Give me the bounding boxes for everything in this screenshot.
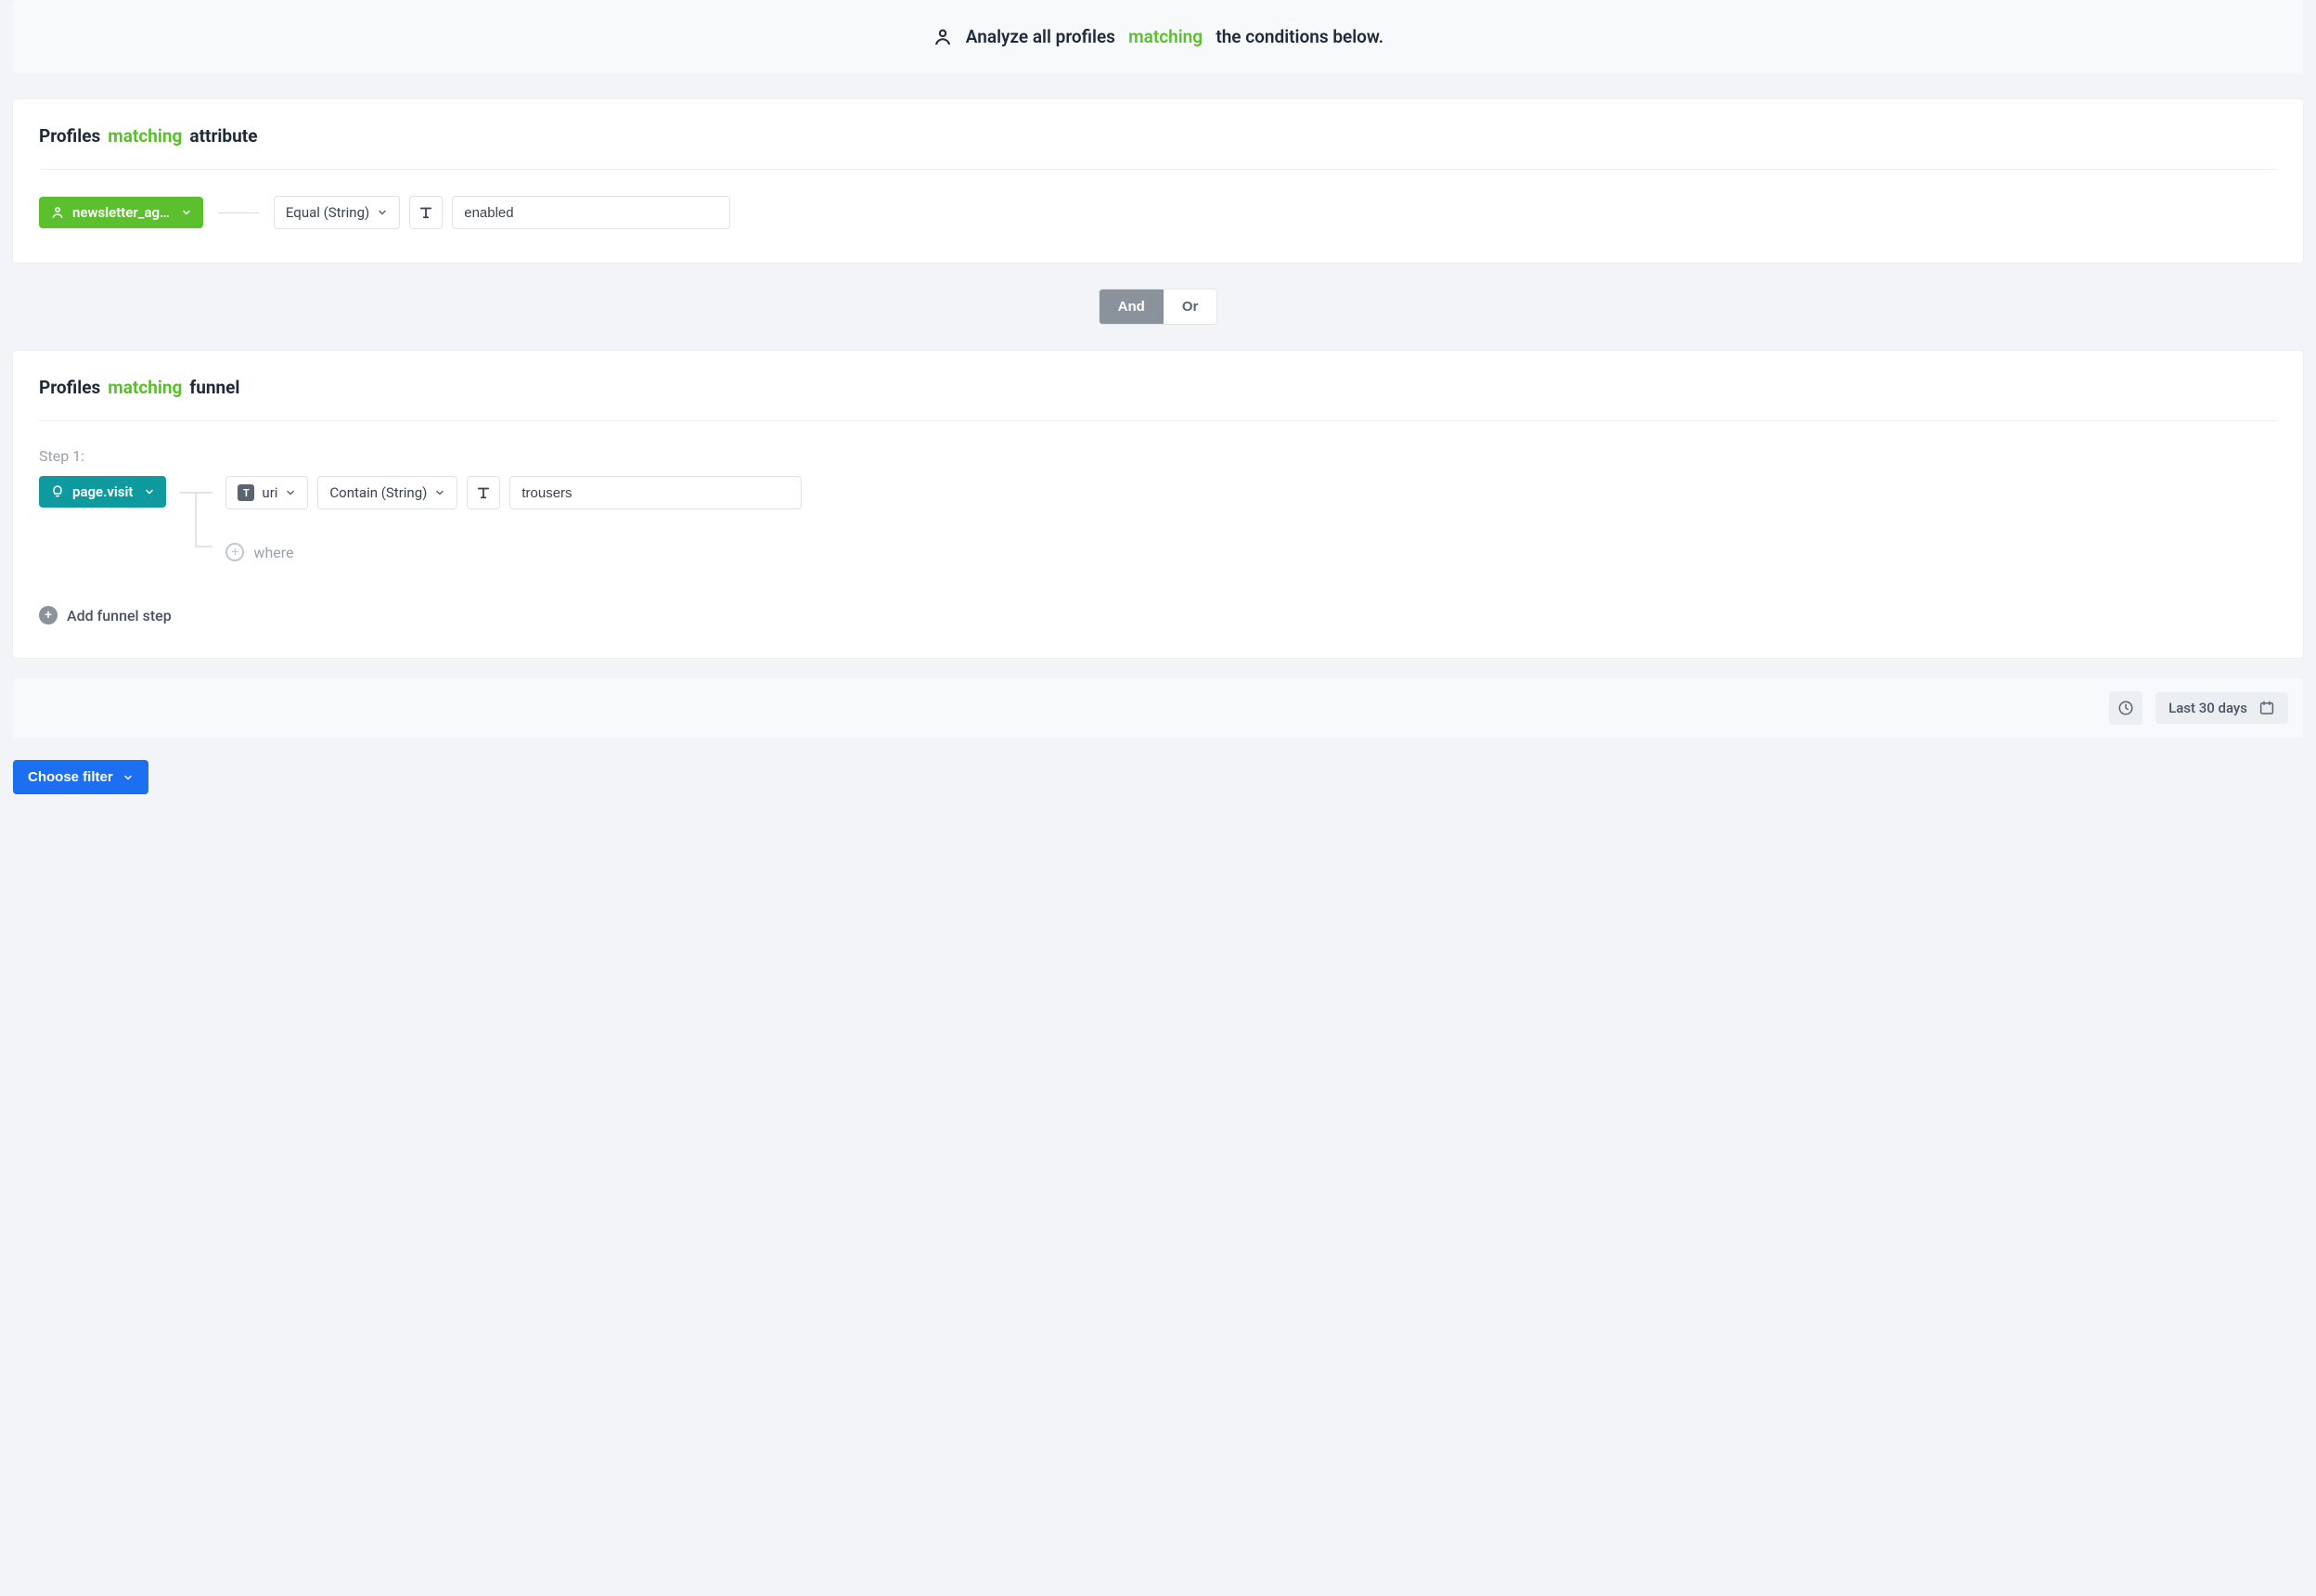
plus-circle-filled-icon: + (39, 606, 58, 624)
bracket-connector (179, 476, 212, 561)
clock-icon (2117, 700, 2134, 716)
attribute-chip-label: newsletter_ag… (72, 204, 170, 221)
banner-keyword: matching (1128, 26, 1203, 47)
add-where-button[interactable]: + where (225, 543, 802, 561)
person-icon (933, 27, 953, 47)
attribute-title-prefix: Profiles (39, 125, 100, 147)
attribute-card-title: Profiles matching attribute (39, 125, 2277, 147)
property-label: uri (262, 484, 277, 501)
chevron-down-icon (181, 207, 192, 218)
chevron-down-icon (434, 487, 445, 498)
logic-or-button[interactable]: Or (1164, 290, 1217, 324)
chevron-down-icon (122, 772, 134, 783)
choose-filter-button[interactable]: Choose filter (13, 760, 148, 794)
funnel-card: Profiles matching funnel Step 1: page.vi… (13, 351, 2303, 658)
calendar-icon (2258, 700, 2275, 716)
banner-prefix: Analyze all profiles (966, 26, 1115, 47)
funnel-card-title: Profiles matching funnel (39, 377, 2277, 398)
choose-filter-label: Choose filter (28, 769, 113, 785)
add-step-label: Add funnel step (67, 607, 172, 624)
funnel-comparator-label: Contain (String) (329, 484, 427, 501)
text-badge-icon: T (238, 484, 254, 501)
banner-suffix: the conditions below. (1216, 26, 1383, 47)
event-chip-label: page.visit (72, 483, 133, 500)
attribute-comparator-label: Equal (String) (286, 204, 369, 221)
property-select[interactable]: T uri (225, 476, 308, 509)
attribute-title-keyword: matching (108, 125, 182, 147)
date-range-picker[interactable]: Last 30 days (2155, 692, 2288, 724)
connector (218, 212, 259, 213)
text-type-icon (409, 196, 443, 229)
person-small-icon (50, 205, 65, 220)
event-icon (50, 484, 65, 499)
attribute-row: newsletter_ag… Equal (String) (39, 196, 2277, 229)
add-funnel-step-button[interactable]: + Add funnel step (39, 606, 172, 624)
history-button[interactable] (2109, 691, 2142, 725)
funnel-value-input[interactable] (509, 476, 802, 509)
attribute-title-suffix: attribute (189, 125, 257, 147)
divider (39, 420, 2277, 421)
step-label: Step 1: (39, 447, 2277, 465)
plus-circle-icon: + (225, 543, 244, 561)
divider (39, 169, 2277, 170)
attribute-card: Profiles matching attribute newsletter_a… (13, 99, 2303, 263)
chevron-down-icon (285, 487, 296, 498)
logic-segmented: And Or (13, 289, 2303, 325)
funnel-title-keyword: matching (108, 377, 182, 398)
chevron-down-icon (377, 207, 388, 218)
chevron-down-icon (144, 486, 155, 497)
attribute-chip[interactable]: newsletter_ag… (39, 197, 203, 228)
where-label: where (253, 544, 293, 561)
funnel-step-row: page.visit T uri (39, 476, 2277, 561)
attribute-comparator-select[interactable]: Equal (String) (274, 196, 400, 229)
text-type-icon (467, 476, 500, 509)
footer-bar: Last 30 days (13, 678, 2303, 738)
attribute-value-input[interactable] (452, 196, 730, 229)
funnel-title-prefix: Profiles (39, 377, 100, 398)
event-chip[interactable]: page.visit (39, 476, 166, 508)
funnel-title-suffix: funnel (189, 377, 239, 398)
date-range-label: Last 30 days (2168, 700, 2247, 716)
logic-and-button[interactable]: And (1100, 290, 1164, 324)
funnel-comparator-select[interactable]: Contain (String) (317, 476, 457, 509)
analyze-banner: Analyze all profiles matching the condit… (13, 0, 2303, 73)
